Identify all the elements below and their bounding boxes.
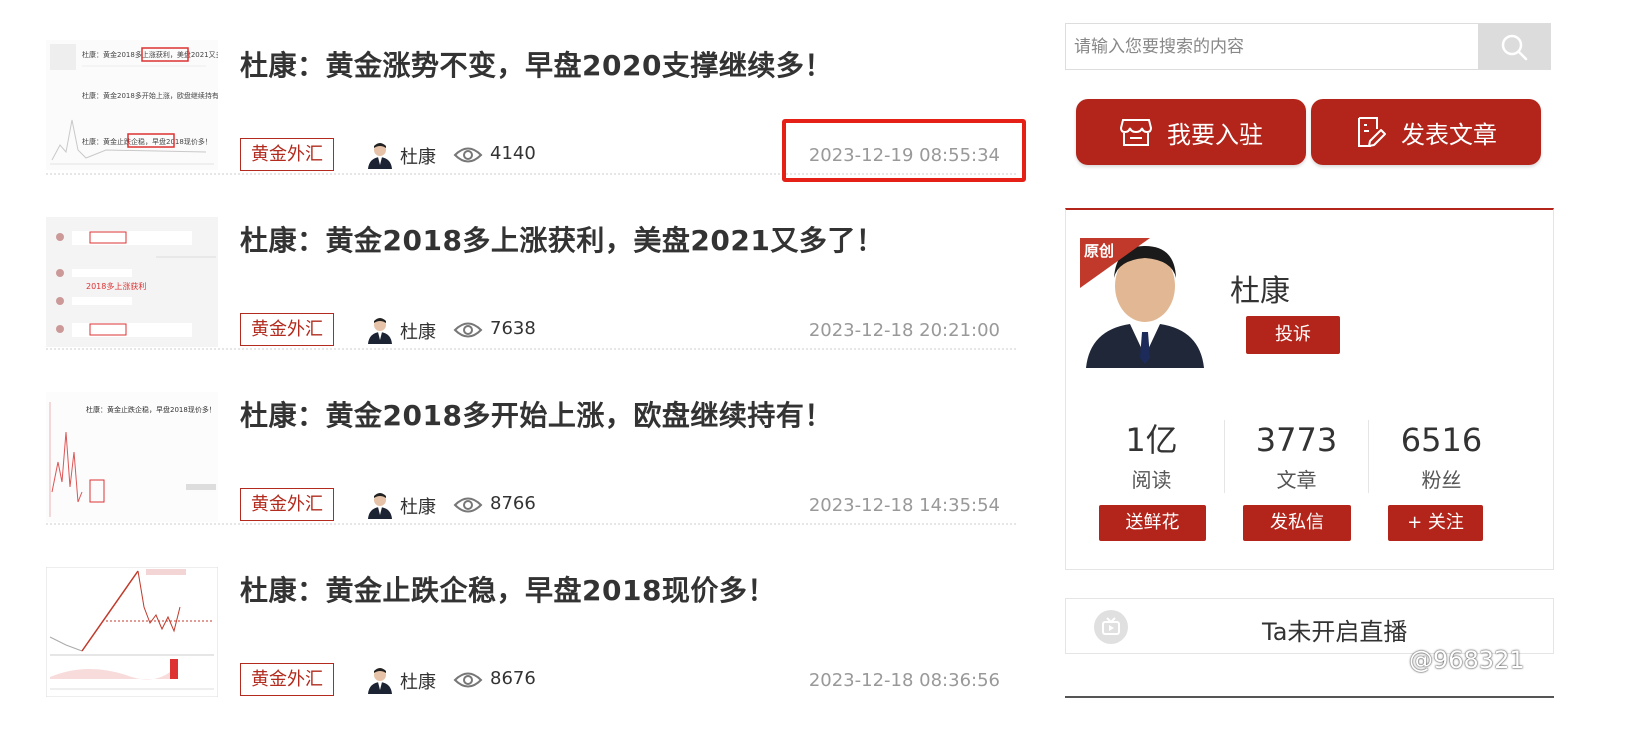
article-item[interactable]: 杜康：黄金止跌企稳，早盘2018现价多！ 杜康：黄金2018多开始上涨，欧盘继续… (46, 350, 1016, 525)
article-item[interactable]: 2018多上涨获利 杜康：黄金2018多上涨获利，美盘2021又多了！ 黄金外汇… (46, 175, 1016, 350)
category-tag[interactable]: 黄金外汇 (240, 138, 334, 171)
stat-articles: 3773 文章 (1224, 420, 1369, 493)
send-flower-button[interactable]: 送鲜花 (1099, 505, 1206, 541)
search-bar (1065, 23, 1551, 70)
profile-name[interactable]: 杜康 (1230, 266, 1290, 310)
thumb-text: 杜康：黄金止跌企稳，早盘2018现价多！ (82, 137, 212, 146)
eye-icon (453, 147, 483, 163)
publish-date: 2023-12-18 14:35:54 (808, 495, 1000, 516)
eye-icon (453, 672, 483, 688)
original-badge-label: 原创 (1084, 242, 1114, 260)
article-title[interactable]: 杜康：黄金涨势不变，早盘2020支撑继续多！ (240, 44, 833, 84)
author-name[interactable]: 杜康 (400, 493, 436, 519)
stat-reads: 1亿 阅读 (1079, 420, 1224, 493)
thumb-text: 杜康：黄金止跌企稳，早盘2018现价多！ (86, 405, 216, 414)
search-button[interactable] (1478, 24, 1550, 69)
stat-value: 1亿 (1125, 421, 1178, 459)
view-count: 4140 (490, 143, 536, 164)
join-button-label: 我要入驻 (1167, 120, 1263, 149)
publish-date: 2023-12-18 20:21:00 (808, 320, 1000, 341)
date-highlight-box (782, 119, 1026, 182)
follow-button[interactable]: + 关注 (1388, 505, 1483, 541)
eye-icon (453, 322, 483, 338)
post-article-button-label: 发表文章 (1401, 120, 1497, 149)
report-button[interactable]: 投诉 (1246, 316, 1340, 354)
author-avatar-icon (368, 318, 392, 344)
search-icon (1501, 34, 1528, 60)
stat-fans: 6516 粉丝 (1369, 420, 1514, 493)
thumb-text: 杜康：黄金2018多开始上涨，欧盘继续持有！ (82, 91, 218, 100)
category-tag[interactable]: 黄金外汇 (240, 488, 334, 521)
original-badge: 原创 (1080, 238, 1150, 288)
author-avatar-icon (368, 143, 392, 169)
live-status-text: Ta未开启直播 (1262, 618, 1408, 646)
category-tag[interactable]: 黄金外汇 (240, 313, 334, 346)
article-meta: 黄金外汇 杜康 7638 2023-12-18 20:21:00 (240, 313, 1010, 346)
article-list: 杜康：黄金2018多上涨获利，美盘2021又多了！ 杜康：黄金2018多开始上涨… (46, 0, 1026, 700)
thumb-text: 2018多上涨获利 (86, 281, 146, 291)
article-thumbnail[interactable]: 杜康：黄金2018多上涨获利，美盘2021又多了！ 杜康：黄金2018多开始上涨… (46, 40, 218, 170)
view-count: 8676 (490, 668, 536, 689)
live-tv-icon (1094, 610, 1128, 644)
view-count: 8766 (490, 493, 536, 514)
article-title[interactable]: 杜康：黄金2018多上涨获利，美盘2021又多了！ (240, 219, 884, 259)
post-article-button[interactable]: 发表文章 (1311, 99, 1541, 165)
edit-document-icon (1358, 117, 1386, 147)
stat-value: 6516 (1400, 421, 1483, 459)
stat-label: 文章 (1276, 468, 1317, 492)
publish-date: 2023-12-18 08:36:56 (808, 670, 1000, 691)
author-avatar-icon (368, 668, 392, 694)
author-name[interactable]: 杜康 (400, 318, 436, 344)
join-button[interactable]: 我要入驻 (1076, 99, 1306, 165)
article-thumbnail[interactable]: 杜康：黄金止跌企稳，早盘2018现价多！ (46, 392, 218, 522)
stat-label: 阅读 (1131, 468, 1172, 492)
article-meta: 黄金外汇 杜康 8676 2023-12-18 08:36:56 (240, 663, 1010, 696)
thumb-text: 杜康：黄金2018多上涨获利，美盘2021又多了！ (82, 50, 218, 59)
author-profile-card: 原创 杜康 投诉 1亿 阅读 3773 文章 6516 粉丝 送鲜花 发私信 +… (1065, 208, 1554, 570)
category-tag[interactable]: 黄金外汇 (240, 663, 334, 696)
article-item[interactable]: 杜康：黄金2018多上涨获利，美盘2021又多了！ 杜康：黄金2018多开始上涨… (46, 0, 1026, 182)
stat-value: 3773 (1255, 421, 1338, 459)
divider (1065, 696, 1554, 698)
view-count: 7638 (490, 318, 536, 339)
article-title[interactable]: 杜康：黄金2018多开始上涨，欧盘继续持有！ (240, 394, 833, 434)
author-avatar[interactable]: 原创 (1080, 238, 1210, 368)
author-avatar-icon (368, 493, 392, 519)
send-message-button[interactable]: 发私信 (1243, 505, 1351, 541)
article-item[interactable]: 杜康：黄金止跌企稳，早盘2018现价多！ 黄金外汇 杜康 8676 2023-1… (46, 525, 1016, 700)
article-title[interactable]: 杜康：黄金止跌企稳，早盘2018现价多！ (240, 569, 776, 609)
storefront-icon (1119, 119, 1153, 146)
search-input[interactable] (1066, 24, 1480, 69)
eye-icon (453, 497, 483, 513)
author-name[interactable]: 杜康 (400, 143, 436, 169)
author-name[interactable]: 杜康 (400, 668, 436, 694)
article-thumbnail[interactable] (46, 567, 218, 697)
article-meta: 黄金外汇 杜康 8766 2023-12-18 14:35:54 (240, 488, 1010, 521)
watermark: @968321 (1409, 646, 1525, 674)
article-thumbnail[interactable]: 2018多上涨获利 (46, 217, 218, 347)
stat-label: 粉丝 (1421, 468, 1462, 492)
